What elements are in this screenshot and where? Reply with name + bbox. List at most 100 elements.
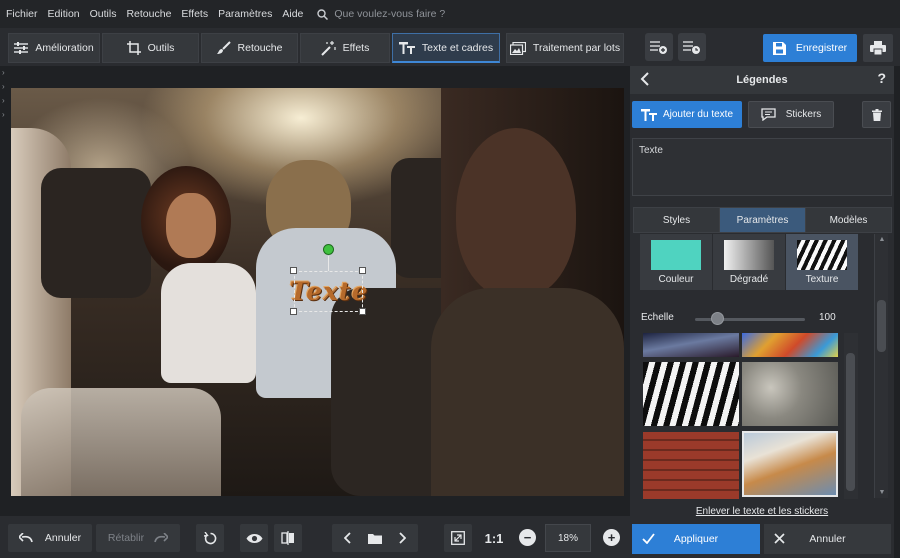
undo-button[interactable]: Annuler [8, 524, 92, 552]
menu-aide[interactable]: Aide [282, 8, 303, 20]
texture-scrollbar[interactable] [844, 333, 858, 499]
resize-handle-top-right[interactable] [359, 267, 366, 274]
crop-icon [126, 41, 141, 55]
chevron-right-icon[interactable] [398, 532, 406, 544]
close-icon [774, 533, 785, 544]
texture-thumbnail[interactable] [643, 333, 739, 357]
apply-button[interactable]: Appliquer [632, 524, 760, 554]
menu-edition[interactable]: Edition [48, 8, 80, 20]
trash-icon [871, 108, 882, 121]
zoom-out-icon[interactable]: − [519, 529, 536, 546]
help-icon[interactable]: ? [877, 70, 886, 86]
search-placeholder: Que voulez-vous faire ? [334, 8, 446, 20]
brush-icon [216, 41, 231, 54]
texture-gallery [642, 333, 842, 499]
actual-size-button[interactable]: 1:1 [481, 524, 507, 552]
resize-handle-top-left[interactable] [290, 267, 297, 274]
chevron-left-icon[interactable] [344, 532, 352, 544]
menu-fichier[interactable]: Fichier [6, 8, 38, 20]
magic-wand-icon [320, 40, 336, 56]
tab-effets-label: Effets [342, 42, 370, 54]
scroll-down-icon[interactable]: ▼ [875, 489, 889, 496]
apply-label: Appliquer [673, 533, 719, 545]
texture-thumbnail[interactable] [643, 362, 739, 426]
tab-outils-label: Outils [147, 42, 175, 54]
floppy-disk-icon [772, 41, 786, 55]
preview-button[interactable] [240, 524, 268, 552]
rotate-button[interactable] [196, 524, 224, 552]
texture-thumbnail[interactable] [643, 432, 739, 499]
tab-amelioration[interactable]: Amélioration [8, 33, 100, 63]
printer-icon [870, 41, 886, 55]
right-person-shirt [431, 288, 624, 496]
zoom-value[interactable]: 18% [545, 524, 591, 552]
subtab-styles[interactable]: Styles [634, 208, 720, 232]
rotate-handle[interactable] [323, 244, 334, 255]
subtab-modeles[interactable]: Modèles [806, 208, 891, 232]
left-collapse-strip[interactable]: › › › › [0, 66, 11, 516]
woman-top [161, 263, 256, 383]
remove-text-stickers-link[interactable]: Enlever le texte et les stickers [630, 506, 894, 517]
chevron-right-icon: › [2, 96, 5, 105]
menu-parametres[interactable]: Paramètres [218, 8, 272, 20]
photo-canvas[interactable]: Texte [11, 88, 624, 496]
scale-slider-handle[interactable] [710, 312, 724, 325]
cancel-button[interactable]: Annuler [764, 524, 891, 554]
redo-button[interactable]: Rétablir [96, 524, 180, 552]
search-icon [317, 8, 329, 20]
expand-icon [451, 531, 465, 545]
texture-thumbnail[interactable] [742, 362, 838, 426]
folder-icon[interactable] [368, 533, 382, 544]
menu-retouche[interactable]: Retouche [126, 8, 171, 20]
text-content-field[interactable]: Texte [632, 138, 892, 196]
fit-to-screen-button[interactable] [444, 524, 472, 552]
stickers-button[interactable]: Stickers [748, 101, 834, 128]
fill-option-degrade-label: Dégradé [729, 274, 769, 285]
fill-option-texture[interactable]: Texture [786, 234, 858, 290]
resize-handle-bottom-left[interactable] [290, 308, 297, 315]
chevron-right-icon: › [2, 110, 5, 119]
seat-left [41, 168, 151, 298]
fill-option-couleur[interactable]: Couleur [640, 234, 712, 290]
add-text-button[interactable]: Ajouter du texte [632, 101, 742, 128]
captions-panel: Légendes ? Ajouter du texte Stickers Tex… [630, 66, 894, 558]
delete-button[interactable] [862, 101, 891, 128]
tab-retouche[interactable]: Retouche [201, 33, 298, 63]
scale-label: Echelle [641, 312, 674, 323]
settings-subtabs: Styles Paramètres Modèles [633, 207, 892, 233]
back-arrow-icon[interactable] [640, 72, 650, 86]
texture-scroll-thumb[interactable] [846, 353, 855, 491]
fill-option-degrade[interactable]: Dégradé [713, 234, 785, 290]
menu-outils[interactable]: Outils [90, 8, 117, 20]
search-field[interactable]: Que voulez-vous faire ? [317, 8, 445, 20]
texture-thumbnail-selected[interactable] [742, 431, 838, 497]
save-button[interactable]: Enregistrer [763, 34, 857, 62]
text-selection-box[interactable] [294, 271, 363, 312]
texture-thumbnail[interactable] [742, 333, 838, 357]
history-adjustment-button[interactable] [678, 33, 706, 61]
scroll-up-icon[interactable]: ▲ [875, 236, 889, 243]
zoom-in-icon[interactable]: + [603, 529, 620, 546]
photo-navigation-group [332, 524, 418, 552]
add-adjustment-button[interactable] [645, 33, 673, 61]
compare-button[interactable] [274, 524, 302, 552]
tab-effets[interactable]: Effets [300, 33, 390, 63]
compare-icon [281, 531, 294, 545]
tab-outils[interactable]: Outils [102, 33, 199, 63]
texture-swatch [797, 240, 847, 270]
print-button[interactable] [863, 34, 893, 62]
save-label: Enregistrer [795, 42, 848, 54]
menu-effets[interactable]: Effets [181, 8, 208, 20]
fill-option-texture-label: Texture [805, 274, 839, 285]
panel-scroll-thumb[interactable] [877, 300, 886, 352]
tab-traitement-par-lots[interactable]: Traitement par lots [506, 33, 624, 63]
tab-texte-cadres[interactable]: Texte et cadres [392, 33, 500, 63]
tab-retouche-label: Retouche [237, 42, 283, 54]
subtab-parametres[interactable]: Paramètres [720, 208, 806, 232]
scale-value: 100 [819, 312, 836, 323]
add-text-label: Ajouter du texte [662, 109, 734, 120]
color-swatch [651, 240, 701, 270]
chevron-right-icon: › [2, 82, 5, 91]
panel-scrollbar[interactable]: ▲ ▼ [874, 234, 888, 498]
resize-handle-bottom-right[interactable] [359, 308, 366, 315]
